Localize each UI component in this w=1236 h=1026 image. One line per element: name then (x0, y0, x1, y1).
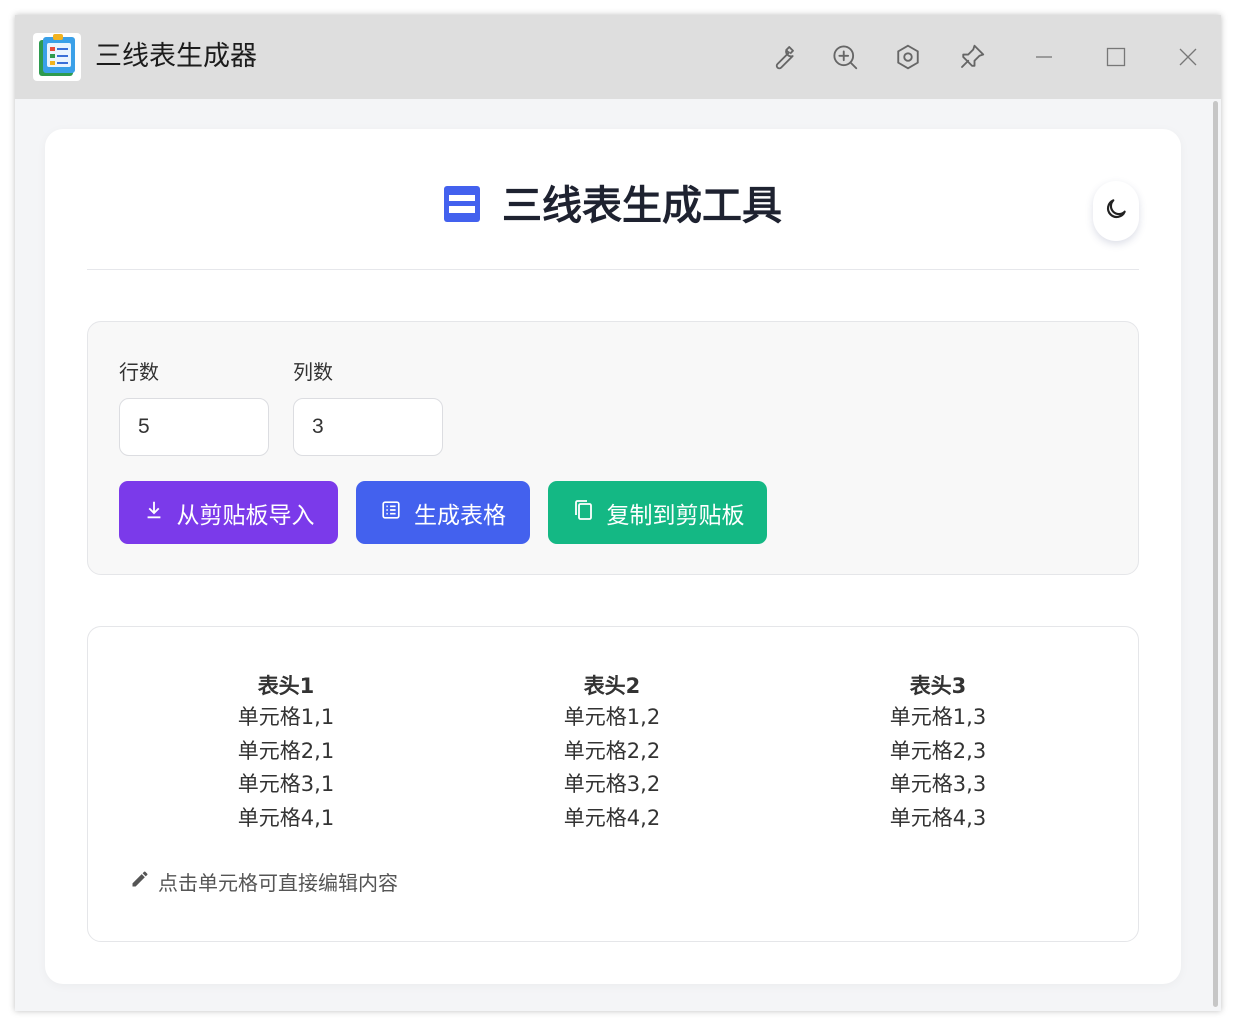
table-cell[interactable]: 单元格4,1 (156, 802, 416, 836)
table-cell[interactable]: 单元格3,2 (482, 768, 742, 802)
app-window: 三线表生成器 三线表生成工具 行数 5 列数 3 从剪贴板导入 生成表格 复制到… (15, 15, 1221, 1011)
main-card: 三线表生成工具 行数 列数 从剪贴板导入 (45, 129, 1181, 984)
edit-hint-text: 点击单元格可直接编辑内容 (158, 871, 398, 895)
generate-table-button[interactable]: 生成表格 (356, 481, 530, 544)
table-column-1: 表头1 单元格1,1 单元格2,1 单元格3,1 单元格4,1 (156, 671, 416, 835)
table-cell[interactable]: 单元格2,1 (156, 735, 416, 769)
theme-toggle-button[interactable] (1093, 181, 1139, 241)
rows-label: 行数 (119, 360, 159, 384)
table-icon (444, 184, 480, 222)
table-cell[interactable]: 单元格1,1 (156, 701, 416, 735)
table-header-cell[interactable]: 表头2 (482, 671, 742, 701)
controls-panel: 行数 列数 从剪贴板导入 生成表格 复制到剪贴板 (87, 321, 1139, 575)
table-cell[interactable]: 单元格2,2 (482, 735, 742, 769)
import-from-clipboard-button[interactable]: 从剪贴板导入 (119, 481, 338, 544)
table-column-3: 表头3 单元格1,3 单元格2,3 单元格3,3 单元格4,3 (808, 671, 1068, 835)
list-icon (380, 499, 402, 527)
table-cell[interactable]: 单元格3,1 (156, 768, 416, 802)
table-cell[interactable]: 单元格2,3 (808, 735, 1068, 769)
copy-icon (571, 498, 595, 528)
table-preview: 表头1 单元格1,1 单元格2,1 单元格3,1 单元格4,1 表头2 单元格1… (87, 626, 1139, 942)
rows-input[interactable] (119, 398, 269, 456)
table-header-cell[interactable]: 表头3 (808, 671, 1068, 701)
import-button-label: 从剪贴板导入 (176, 502, 315, 529)
wrench-icon[interactable] (763, 37, 803, 77)
page-title: 三线表生成工具 (87, 181, 1139, 231)
table-column-2: 表头2 单元格1,2 单元格2,2 单元格3,2 单元格4,2 (482, 671, 742, 835)
pencil-icon (130, 869, 150, 894)
table-cell[interactable]: 单元格4,3 (808, 802, 1068, 836)
cols-label: 列数 (293, 360, 333, 384)
pin-icon[interactable] (952, 37, 992, 77)
generate-button-label: 生成表格 (414, 502, 506, 529)
copy-to-clipboard-button[interactable]: 复制到剪贴板 (548, 481, 767, 544)
title-bar: 三线表生成器 (15, 15, 1221, 99)
minimize-icon[interactable] (1024, 37, 1064, 77)
maximize-icon[interactable] (1096, 37, 1136, 77)
scrollbar[interactable] (1213, 101, 1218, 1007)
table-header-cell[interactable]: 表头1 (156, 671, 416, 701)
table-cell[interactable]: 单元格1,2 (482, 701, 742, 735)
hexagon-settings-icon[interactable] (888, 37, 928, 77)
page-header: 三线表生成工具 (87, 129, 1139, 270)
table-cell[interactable]: 单元格3,3 (808, 768, 1068, 802)
moon-icon (1103, 196, 1129, 226)
edit-hint: 点击单元格可直接编辑内容 (130, 867, 398, 896)
zoom-in-icon[interactable] (825, 37, 865, 77)
download-icon (143, 499, 165, 527)
cols-input[interactable] (293, 398, 443, 456)
copy-button-label: 复制到剪贴板 (606, 502, 745, 529)
close-icon[interactable] (1168, 37, 1208, 77)
table-cell[interactable]: 单元格1,3 (808, 701, 1068, 735)
table-cell[interactable]: 单元格4,2 (482, 802, 742, 836)
page-title-text: 三线表生成工具 (502, 183, 782, 229)
app-logo-icon (33, 33, 81, 81)
window-title: 三线表生成器 (95, 41, 257, 72)
